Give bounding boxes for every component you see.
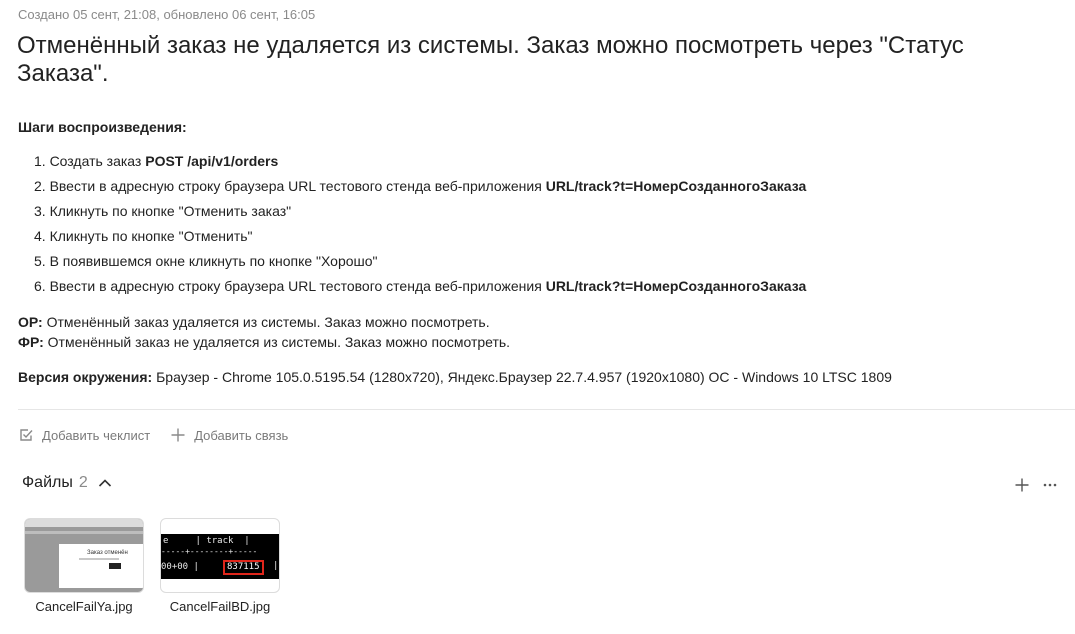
- steps-list: 1. Создать заказ POST /api/v1/orders 2. …: [34, 150, 806, 300]
- issue-actions: Добавить чеклист Добавить связь: [18, 427, 308, 443]
- thumb-text: -----+--------+-----: [161, 547, 258, 556]
- thumb-terminal: e | track | -----+--------+----- 00+00 |…: [161, 534, 279, 579]
- thumb-decoration: [109, 563, 121, 569]
- thumb-text: |: [273, 561, 279, 571]
- file-attachment: Заказ отменён CancelFailYa.jpg: [24, 518, 144, 614]
- checkbox-icon: [20, 429, 33, 441]
- add-checklist-label: Добавить чеклист: [42, 427, 151, 443]
- step-item: 5. В появившемся окне кликнуть по кнопке…: [34, 253, 378, 269]
- add-checklist-button[interactable]: Добавить чеклист: [18, 427, 150, 443]
- actual-result: ФР: Отменённый заказ не удаляется из сис…: [18, 334, 510, 350]
- step-item: 4. Кликнуть по кнопке "Отменить": [34, 228, 253, 244]
- files-section-header[interactable]: Файлы 2: [22, 474, 113, 492]
- step-item: 1. Создать заказ POST /api/v1/orders: [34, 153, 279, 169]
- file-thumbnail[interactable]: e | track | -----+--------+----- 00+00 |…: [160, 518, 280, 593]
- issue-meta: Создано 05 сент, 21:08, обновлено 06 сен…: [18, 7, 316, 22]
- step-item: 2. Ввести в адресную строку браузера URL…: [34, 178, 807, 194]
- files-more-button[interactable]: [1039, 474, 1061, 496]
- divider: [18, 409, 1075, 410]
- plus-icon: [171, 428, 185, 442]
- add-link-label: Добавить связь: [194, 427, 289, 443]
- files-label: Файлы: [22, 474, 73, 491]
- file-name[interactable]: CancelFailBD.jpg: [160, 599, 280, 614]
- step-item: 3. Кликнуть по кнопке "Отменить заказ": [34, 203, 292, 219]
- add-link-button[interactable]: Добавить связь: [170, 427, 288, 443]
- thumb-decoration: [25, 531, 143, 534]
- files-count: 2: [78, 474, 88, 491]
- expected-result-label: ОР:: [18, 314, 43, 330]
- file-thumbnail[interactable]: Заказ отменён: [24, 518, 144, 593]
- environment-version: Версия окружения: Браузер - Chrome 105.0…: [18, 369, 892, 385]
- issue-title[interactable]: Отменённый заказ не удаляется из системы…: [17, 32, 1027, 88]
- thumb-text: Заказ отменён: [87, 550, 128, 556]
- thumb-decoration: [79, 558, 119, 560]
- plus-icon: [1015, 478, 1029, 492]
- expected-result: ОР: Отменённый заказ удаляется из систем…: [18, 314, 490, 330]
- actual-result-text: Отменённый заказ не удаляется из системы…: [43, 334, 511, 350]
- thumb-highlight: 837115: [223, 560, 264, 575]
- actual-result-label: ФР:: [18, 334, 44, 350]
- expected-result-text: Отменённый заказ удаляется из системы. З…: [42, 314, 490, 330]
- file-attachment: e | track | -----+--------+----- 00+00 |…: [160, 518, 280, 614]
- issue-page: Создано 05 сент, 21:08, обновлено 06 сен…: [0, 0, 1075, 634]
- more-icon: [1043, 483, 1057, 487]
- add-file-button[interactable]: [1011, 474, 1033, 496]
- chevron-up-icon[interactable]: [97, 475, 113, 491]
- steps-heading: Шаги воспроизведения:: [18, 119, 187, 135]
- step-item: 6. Ввести в адресную строку браузера URL…: [34, 278, 807, 294]
- environment-text: Браузер - Chrome 105.0.5195.54 (1280x720…: [152, 369, 892, 385]
- thumb-card: Заказ отменён: [59, 544, 143, 588]
- file-name[interactable]: CancelFailYa.jpg: [24, 599, 144, 614]
- thumb-text: 00+00 |: [161, 562, 199, 572]
- thumb-text: e | track |: [163, 536, 250, 546]
- thumb-decoration: [25, 519, 143, 527]
- environment-label: Версия окружения:: [18, 369, 153, 385]
- files-toolbar: [1005, 474, 1061, 496]
